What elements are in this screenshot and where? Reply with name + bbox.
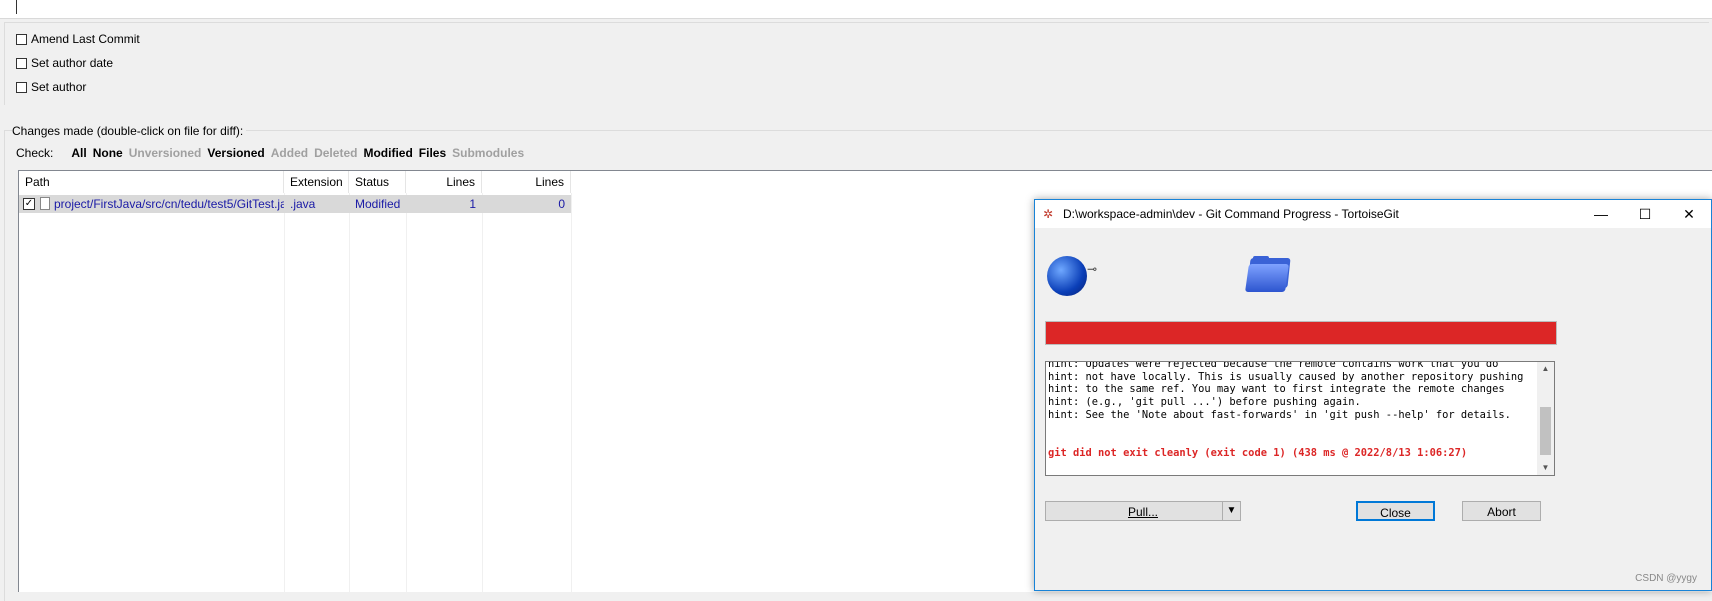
commit-message-editor[interactable] bbox=[0, 0, 1712, 19]
filter-added: Added bbox=[270, 146, 309, 160]
column-header-lines-removed[interactable]: Lines removed bbox=[482, 171, 571, 211]
row-checkbox[interactable]: ✓ bbox=[23, 198, 35, 210]
row-path: project/FirstJava/src/cn/tedu/test5/GitT… bbox=[54, 197, 284, 211]
scroll-down-icon[interactable]: ▼ bbox=[1540, 463, 1551, 473]
close-button[interactable]: Close bbox=[1356, 501, 1435, 521]
column-divider bbox=[349, 193, 350, 593]
changes-group-title: Changes made (double-click on file for d… bbox=[12, 124, 247, 138]
close-icon[interactable]: ✕ bbox=[1667, 200, 1711, 228]
minimize-icon[interactable]: — bbox=[1579, 200, 1623, 228]
set-author-date-checkbox[interactable]: Set author date bbox=[16, 55, 113, 71]
abort-button[interactable]: Abort bbox=[1462, 501, 1541, 521]
scroll-up-icon[interactable]: ▲ bbox=[1540, 364, 1551, 374]
set-author-label: Set author bbox=[31, 80, 87, 94]
filter-unversioned: Unversioned bbox=[128, 146, 202, 160]
log-line: hint: (e.g., 'git pull ...') before push… bbox=[1048, 396, 1361, 409]
column-header-path[interactable]: Path bbox=[19, 171, 284, 193]
maximize-icon[interactable]: ☐ bbox=[1623, 200, 1667, 228]
log-line: hint: to the same ref. You may want to f… bbox=[1048, 383, 1505, 396]
column-divider bbox=[482, 193, 483, 593]
filter-submodules: Submodules bbox=[452, 146, 525, 160]
pull-button[interactable]: Pull... ▼ bbox=[1045, 501, 1241, 521]
column-divider bbox=[406, 193, 407, 593]
dialog-title: D:\workspace-admin\dev - Git Command Pro… bbox=[1063, 207, 1399, 221]
amend-last-commit-checkbox[interactable]: Amend Last Commit bbox=[16, 31, 140, 47]
set-author-checkbox[interactable]: Set author bbox=[16, 79, 86, 95]
column-divider bbox=[571, 193, 572, 593]
filter-versioned[interactable]: Versioned bbox=[207, 146, 264, 160]
filter-modified[interactable]: Modified bbox=[363, 146, 412, 160]
column-header-lines-added[interactable]: Lines added bbox=[406, 171, 482, 211]
checkbox-box[interactable] bbox=[16, 33, 27, 45]
checkbox-box[interactable] bbox=[16, 57, 27, 69]
scrollbar-thumb[interactable] bbox=[1540, 407, 1551, 455]
checkbox-box[interactable] bbox=[16, 81, 27, 93]
column-header-status[interactable]: Status bbox=[349, 171, 406, 193]
pull-button-label: Pull... bbox=[1127, 505, 1158, 519]
table-row[interactable]: ✓ project/FirstJava/src/cn/tedu/test5/Gi… bbox=[19, 195, 571, 213]
amend-last-commit-label: Amend Last Commit bbox=[31, 32, 140, 46]
log-line: hint: Updates were rejected because the … bbox=[1048, 361, 1499, 370]
progress-bar bbox=[1045, 321, 1557, 345]
row-extension: .java bbox=[290, 197, 316, 211]
tortoisegit-icon: ✲ bbox=[1043, 207, 1054, 221]
filter-none[interactable]: None bbox=[93, 146, 123, 160]
filter-all[interactable]: All bbox=[71, 146, 86, 160]
filter-files[interactable]: Files bbox=[419, 146, 446, 160]
log-error-line: git did not exit cleanly (exit code 1) (… bbox=[1048, 446, 1468, 459]
globe-icon bbox=[1047, 256, 1087, 296]
log-line: hint: See the 'Note about fast-forwards'… bbox=[1048, 408, 1511, 421]
row-lines-removed: 0 bbox=[558, 197, 565, 211]
set-author-date-label: Set author date bbox=[31, 56, 114, 70]
chevron-down-icon[interactable]: ▼ bbox=[1222, 502, 1240, 520]
log-scrollbar[interactable]: ▲ ▼ bbox=[1537, 362, 1554, 475]
row-status: Modified bbox=[355, 197, 401, 211]
watermark-text: CSDN @yygy bbox=[1635, 573, 1697, 584]
git-command-progress-dialog[interactable]: ✲ D:\workspace-admin\dev - Git Command P… bbox=[1034, 199, 1712, 591]
dialog-titlebar[interactable]: ✲ D:\workspace-admin\dev - Git Command P… bbox=[1035, 200, 1711, 228]
text-caret bbox=[16, 0, 17, 14]
commit-options-group bbox=[4, 22, 1709, 105]
network-plug-icon: ⊸ bbox=[1087, 262, 1098, 276]
row-lines-added: 1 bbox=[469, 197, 476, 211]
column-divider bbox=[284, 193, 285, 593]
check-label: Check: bbox=[16, 146, 54, 160]
log-line: hint: not have locally. This is usually … bbox=[1048, 370, 1524, 383]
filter-deleted: Deleted bbox=[314, 146, 358, 160]
folder-icon bbox=[1245, 256, 1291, 292]
check-filter-bar: Check: All None Unversioned Versioned Ad… bbox=[16, 146, 524, 160]
column-header-extension[interactable]: Extension bbox=[284, 171, 349, 193]
command-output-log[interactable]: hint: Updates were rejected because the … bbox=[1045, 361, 1555, 476]
